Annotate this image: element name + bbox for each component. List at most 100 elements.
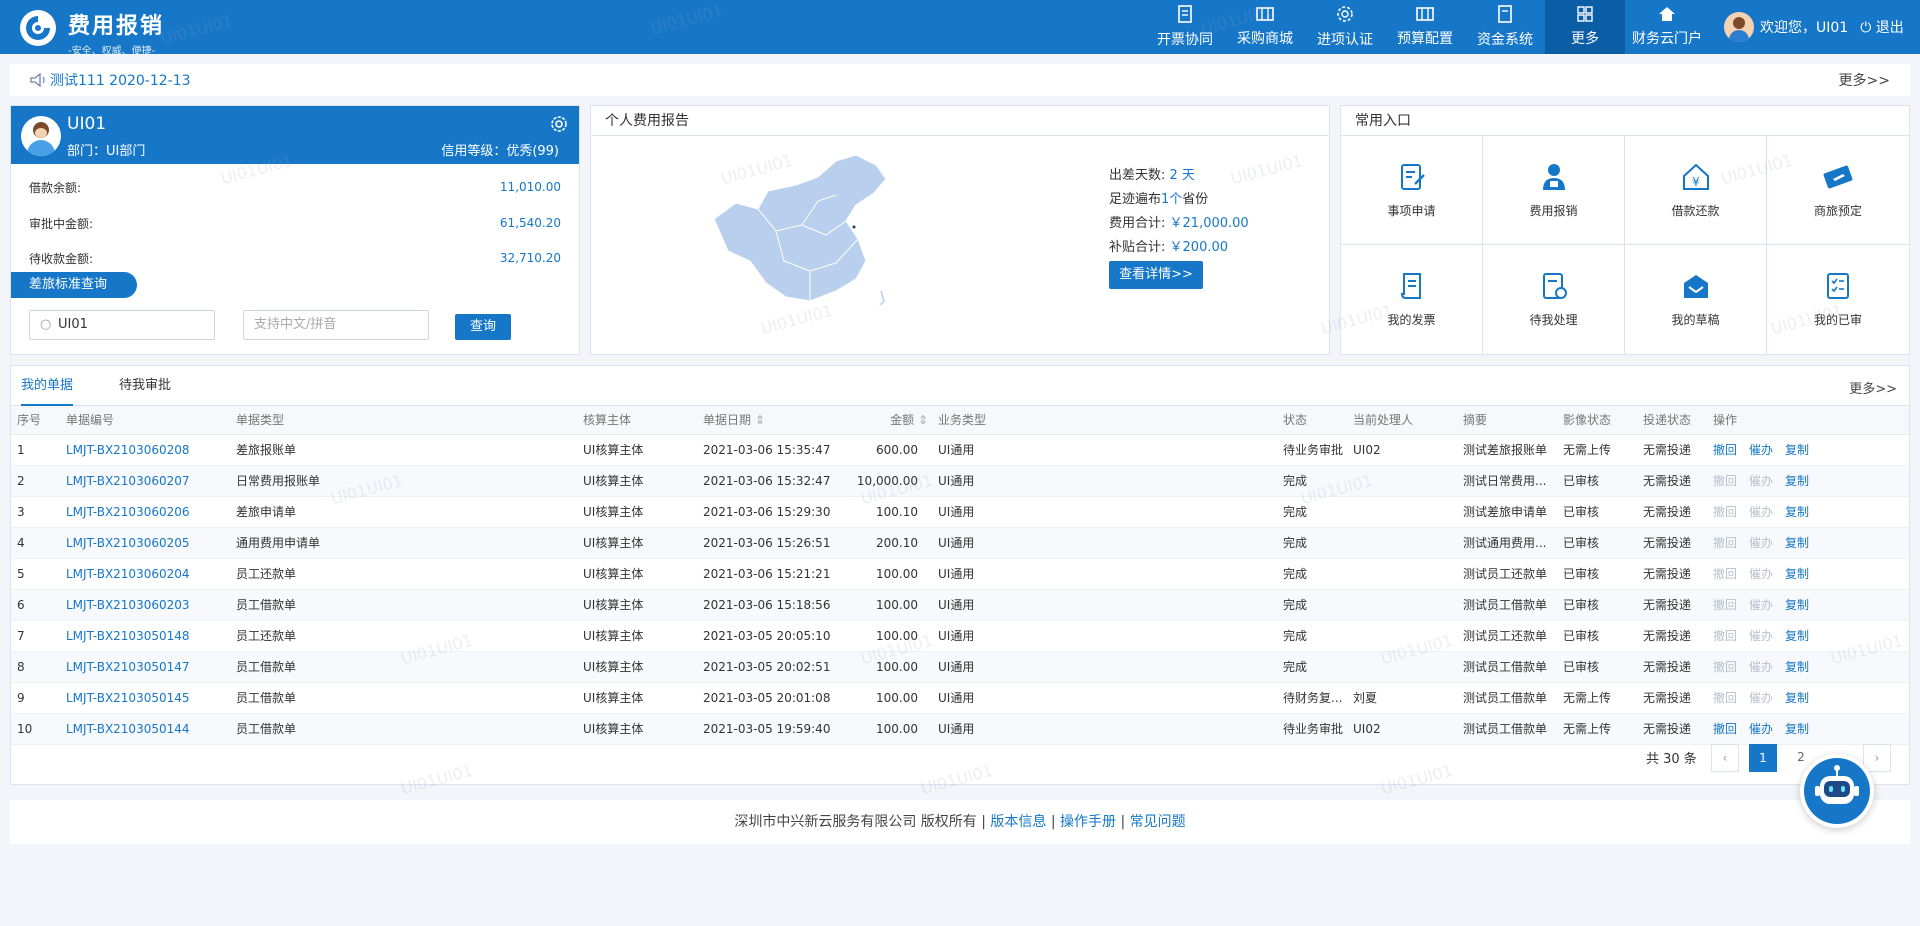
copy-button[interactable]: 复制 — [1785, 629, 1809, 643]
avatar[interactable] — [1724, 12, 1754, 42]
faq-link[interactable]: 常见问题 — [1130, 814, 1186, 830]
entry-item-apply[interactable]: 事项申请 — [1341, 136, 1483, 245]
sort-icon[interactable]: ⇕ — [751, 413, 765, 427]
cell-code[interactable]: LMJT-BX2103050144 — [66, 713, 236, 745]
column-header[interactable]: 金额 ⇕ — [853, 406, 938, 435]
copy-button[interactable]: 复制 — [1785, 567, 1809, 581]
urge-button[interactable]: 催办 — [1749, 474, 1773, 488]
table-row[interactable]: 1 LMJT-BX2103060208 差旅报账单 UI核算主体 2021-03-06 … — [11, 434, 1909, 466]
nav-certify[interactable]: 进项认证 — [1310, 0, 1380, 54]
urge-button[interactable]: 催办 — [1749, 567, 1773, 581]
entry-item-draft[interactable]: 我的草稿 — [1625, 245, 1767, 354]
copy-button[interactable]: 复制 — [1785, 598, 1809, 612]
urge-button[interactable]: 催办 — [1749, 598, 1773, 612]
entry-item-travel[interactable]: 商旅预定 — [1767, 136, 1909, 245]
notice-more-link[interactable]: 更多>> — [1839, 70, 1890, 90]
nav-fund[interactable]: 资金系统 — [1470, 0, 1540, 54]
view-detail-button[interactable]: 查看详情>> — [1109, 261, 1203, 289]
urge-button[interactable]: 催办 — [1749, 443, 1773, 457]
cell-deliver: 无需投递 — [1643, 651, 1713, 683]
withdraw-button[interactable]: 撤回 — [1713, 629, 1737, 643]
cell-amount: 100.00 — [853, 558, 938, 590]
column-header: 当前处理人 — [1353, 406, 1463, 435]
cell-biz: UI通用 — [938, 620, 1283, 652]
cell-code[interactable]: LMJT-BX2103060203 — [66, 589, 236, 621]
table-row[interactable]: 5 LMJT-BX2103060204 员工还款单 UI核算主体 2021-03-06 … — [11, 558, 1909, 590]
withdraw-button[interactable]: 撤回 — [1713, 505, 1737, 519]
notice-text[interactable]: 测试111 2020-12-13 — [50, 70, 191, 90]
copy-button[interactable]: 复制 — [1785, 443, 1809, 457]
copy-button[interactable]: 复制 — [1785, 536, 1809, 550]
entry-item-invoice[interactable]: 我的发票 — [1341, 245, 1483, 354]
page-1-button[interactable]: 1 — [1749, 744, 1777, 772]
entry-item-reimburse[interactable]: 费用报销 — [1483, 136, 1625, 245]
pinyin-input[interactable]: 支持中文/拼音 — [243, 310, 429, 340]
nav-portal[interactable]: 财务云门户 — [1627, 0, 1707, 54]
urge-button[interactable]: 催办 — [1749, 722, 1773, 736]
withdraw-button[interactable]: 撤回 — [1713, 691, 1737, 705]
copy-button[interactable]: 复制 — [1785, 505, 1809, 519]
withdraw-button[interactable]: 撤回 — [1713, 536, 1737, 550]
urge-button[interactable]: 催办 — [1749, 505, 1773, 519]
avatar[interactable] — [21, 116, 61, 156]
table-row[interactable]: 2 LMJT-BX2103060207 日常费用报账单 UI核算主体 2021-03-0… — [11, 465, 1909, 497]
china-map-icon[interactable] — [706, 151, 906, 311]
nav-more[interactable]: 更多 — [1545, 0, 1625, 54]
copy-button[interactable]: 复制 — [1785, 691, 1809, 705]
entry-item-approved[interactable]: 我的已审 — [1767, 245, 1909, 354]
edit-doc-icon — [1400, 163, 1425, 190]
query-button[interactable]: 查询 — [455, 314, 511, 340]
withdraw-button[interactable]: 撤回 — [1713, 474, 1737, 488]
copy-button[interactable]: 复制 — [1785, 722, 1809, 736]
table-row[interactable]: 6 LMJT-BX2103060203 员工借款单 UI核算主体 2021-03-06 … — [11, 589, 1909, 621]
withdraw-button[interactable]: 撤回 — [1713, 598, 1737, 612]
cell-code[interactable]: LMJT-BX2103060205 — [66, 527, 236, 559]
nav-invoice[interactable]: 开票协同 — [1150, 0, 1220, 54]
cell-biz: UI通用 — [938, 713, 1283, 745]
version-link[interactable]: 版本信息 — [990, 814, 1046, 830]
docs-more-link[interactable]: 更多>> — [1849, 378, 1897, 397]
entry-item-pending[interactable]: 待我处理 — [1483, 245, 1625, 354]
search-input[interactable]: ○ UI01 — [29, 310, 215, 340]
gear-icon[interactable] — [549, 114, 569, 134]
cell-date: 2021-03-06 15:21:21 — [703, 558, 853, 590]
cell-code[interactable]: LMJT-BX2103060208 — [66, 434, 236, 466]
withdraw-button[interactable]: 撤回 — [1713, 567, 1737, 581]
prev-page-button[interactable]: ‹ — [1711, 744, 1739, 772]
table-row[interactable]: 3 LMJT-BX2103060206 差旅申请单 UI核算主体 2021-03-06 … — [11, 496, 1909, 528]
withdraw-button[interactable]: 撤回 — [1713, 722, 1737, 736]
table-row[interactable]: 10 LMJT-BX2103050144 员工借款单 UI核算主体 2021-03-05… — [11, 713, 1909, 745]
table-row[interactable]: 4 LMJT-BX2103060205 通用费用申请单 UI核算主体 2021-03-0… — [11, 527, 1909, 559]
assistant-robot-button[interactable] — [1800, 754, 1874, 828]
tab-my-documents[interactable]: 我的单据 — [21, 366, 74, 406]
manual-link[interactable]: 操作手册 — [1060, 814, 1116, 830]
column-header[interactable]: 单据日期 ⇕ — [703, 406, 853, 435]
urge-button[interactable]: 催办 — [1749, 629, 1773, 643]
withdraw-button[interactable]: 撤回 — [1713, 660, 1737, 674]
cell-code[interactable]: LMJT-BX2103060206 — [66, 496, 236, 528]
travel-standard-button[interactable]: 差旅标准查询 — [11, 272, 137, 298]
sort-icon[interactable]: ⇕ — [914, 413, 928, 427]
cell-handler — [1353, 527, 1463, 559]
logout-button[interactable]: ⏻ 退出 — [1860, 17, 1904, 37]
nav-budget[interactable]: 预算配置 — [1390, 0, 1460, 54]
copy-button[interactable]: 复制 — [1785, 474, 1809, 488]
table-row[interactable]: 9 LMJT-BX2103050145 员工借款单 UI核算主体 2021-03-05 … — [11, 682, 1909, 714]
table-row[interactable]: 7 LMJT-BX2103050148 员工还款单 UI核算主体 2021-03-05 … — [11, 620, 1909, 652]
cell-code[interactable]: LMJT-BX2103050145 — [66, 682, 236, 714]
table-row[interactable]: 8 LMJT-BX2103050147 员工借款单 UI核算主体 2021-03-05 … — [11, 651, 1909, 683]
urge-button[interactable]: 催办 — [1749, 536, 1773, 550]
cell-code[interactable]: LMJT-BX2103050148 — [66, 620, 236, 652]
urge-button[interactable]: 催办 — [1749, 691, 1773, 705]
withdraw-button[interactable]: 撤回 — [1713, 443, 1737, 457]
nav-mall[interactable]: 采购商城 — [1230, 0, 1300, 54]
copy-button[interactable]: 复制 — [1785, 660, 1809, 674]
cell-code[interactable]: LMJT-BX2103060204 — [66, 558, 236, 590]
cell-code[interactable]: LMJT-BX2103060207 — [66, 465, 236, 497]
tab-pending-approval[interactable]: 待我审批 — [119, 366, 171, 406]
column-header: 序号 — [11, 406, 66, 435]
brand[interactable]: 费用报销 -安全、权威、便捷- — [68, 8, 164, 57]
cell-code[interactable]: LMJT-BX2103050147 — [66, 651, 236, 683]
urge-button[interactable]: 催办 — [1749, 660, 1773, 674]
entry-item-loan[interactable]: ¥ 借款还款 — [1625, 136, 1767, 245]
